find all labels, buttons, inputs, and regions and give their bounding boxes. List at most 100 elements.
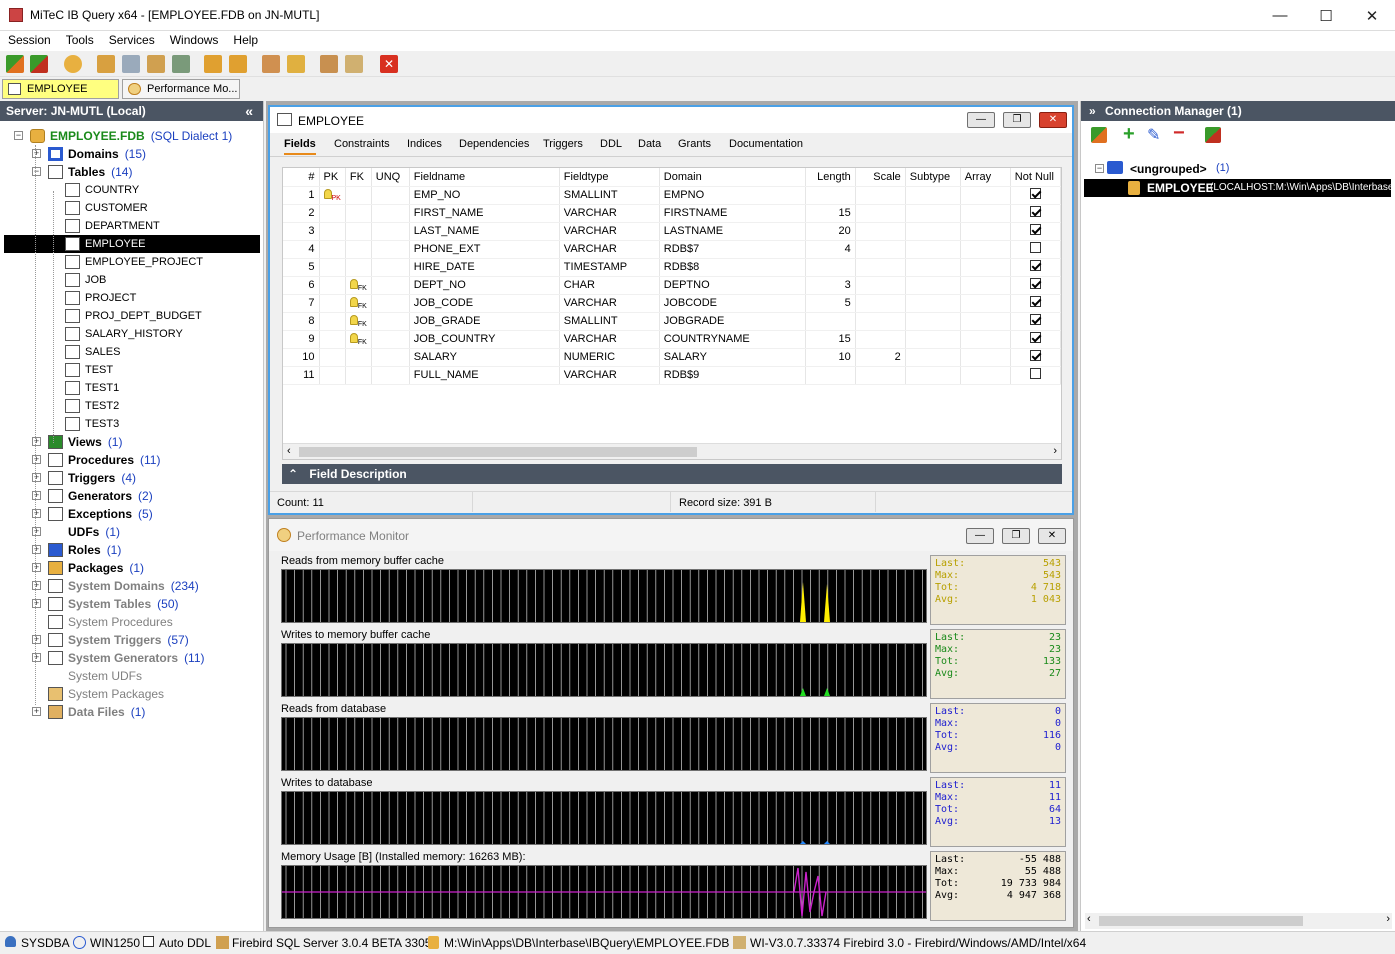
tab-documentation[interactable]: Documentation — [729, 138, 803, 150]
column-header[interactable]: PK — [319, 168, 346, 187]
connection-item-employee[interactable]: EMPLOYEE (LOCALHOST:M:\Win\Apps\DB\Inter… — [1084, 179, 1391, 197]
collapse-icon[interactable]: − — [1095, 164, 1104, 173]
tab-fields[interactable]: Fields — [284, 138, 316, 155]
scrollbar-thumb[interactable] — [299, 447, 697, 457]
table-row[interactable]: 9 FK JOB_COUNTRY VARCHAR COUNTRYNAME 15 — [283, 330, 1061, 349]
status-autoddl[interactable]: Auto DDL — [159, 936, 211, 950]
table-row[interactable]: 2 FIRST_NAME VARCHAR FIRSTNAME 15 — [283, 204, 1061, 223]
expand-icon[interactable]: + — [32, 509, 41, 518]
notnull-checkbox[interactable] — [1029, 260, 1041, 271]
expand-icon[interactable]: + — [32, 581, 41, 590]
expand-icon[interactable]: + — [32, 653, 41, 662]
notnull-checkbox[interactable] — [1029, 242, 1041, 253]
expand-panel-button[interactable]: » — [1089, 104, 1096, 118]
mdi-minimize-button[interactable]: — — [966, 528, 994, 544]
column-header[interactable]: Domain — [659, 168, 806, 187]
notnull-checkbox[interactable] — [1029, 332, 1041, 343]
menu-windows[interactable]: Windows — [162, 31, 226, 47]
sql-editor-icon[interactable] — [97, 55, 115, 73]
backup-icon[interactable] — [204, 55, 222, 73]
collapse-panel-button[interactable]: « — [245, 103, 253, 119]
search-icon[interactable] — [229, 55, 247, 73]
scroll-right-icon[interactable]: › — [1386, 913, 1390, 925]
scroll-right-icon[interactable]: › — [1053, 445, 1057, 457]
scroll-left-icon[interactable]: ‹ — [1087, 913, 1091, 925]
doc-tab-employee[interactable]: EMPLOYEE — [2, 79, 119, 99]
table-row[interactable]: 5 HIRE_DATE TIMESTAMP RDB$8 — [283, 258, 1061, 277]
maximize-button[interactable]: ☐ — [1303, 0, 1349, 31]
mdi-restore-button[interactable]: ❐ — [1002, 528, 1030, 544]
column-header[interactable]: Length — [805, 168, 856, 187]
close-window-icon[interactable]: ✕ — [380, 55, 398, 73]
mdi-restore-button[interactable]: ❐ — [1003, 112, 1031, 128]
menu-session[interactable]: Session — [0, 31, 58, 47]
connect-icon[interactable] — [6, 55, 24, 73]
column-header[interactable]: UNQ — [371, 168, 410, 187]
tab-ddl[interactable]: DDL — [600, 138, 622, 150]
expand-icon[interactable]: + — [32, 563, 41, 572]
info-icon[interactable] — [64, 55, 82, 73]
table-row[interactable]: 11 FULL_NAME VARCHAR RDB$9 — [283, 366, 1061, 385]
notnull-checkbox[interactable] — [1029, 278, 1041, 289]
menu-services[interactable]: Services — [101, 31, 162, 47]
expand-icon[interactable]: + — [32, 473, 41, 482]
scroll-left-icon[interactable]: ‹ — [287, 445, 291, 457]
collapse-icon[interactable]: − — [32, 167, 41, 176]
expand-icon[interactable]: + — [32, 599, 41, 608]
sql-monitor-icon[interactable] — [172, 55, 190, 73]
table-row[interactable]: 3 LAST_NAME VARCHAR LASTNAME 20 — [283, 222, 1061, 241]
sql-history-icon[interactable] — [147, 55, 165, 73]
column-header[interactable]: Fieldname — [409, 168, 560, 187]
mdi-minimize-button[interactable]: — — [967, 112, 995, 128]
expand-icon[interactable]: + — [32, 635, 41, 644]
connection-hscrollbar[interactable]: ‹ › — [1085, 913, 1392, 929]
expand-icon[interactable]: + — [32, 455, 41, 464]
column-header[interactable]: Subtype — [905, 168, 961, 187]
column-header[interactable]: # — [283, 168, 320, 187]
tab-constraints[interactable]: Constraints — [334, 138, 390, 150]
doc-tab-performance[interactable]: Performance Mo... — [122, 79, 240, 99]
column-header[interactable]: Scale — [855, 168, 906, 187]
expand-icon[interactable]: + — [32, 707, 41, 716]
add-connection-icon[interactable]: + — [1123, 123, 1135, 146]
notnull-checkbox[interactable] — [1029, 206, 1041, 217]
menu-tools[interactable]: Tools — [58, 31, 101, 47]
remove-connection-icon[interactable]: − — [1173, 122, 1185, 145]
scrollbar-thumb[interactable] — [1099, 916, 1303, 926]
tab-indices[interactable]: Indices — [407, 138, 442, 150]
column-header[interactable]: Array — [960, 168, 1011, 187]
tab-triggers[interactable]: Triggers — [543, 138, 583, 150]
tab-data[interactable]: Data — [638, 138, 661, 150]
notnull-checkbox[interactable] — [1029, 368, 1041, 379]
connection-group[interactable]: <ungrouped> — [1130, 162, 1207, 176]
column-header[interactable]: Fieldtype — [559, 168, 660, 187]
notnull-checkbox[interactable] — [1029, 350, 1041, 361]
menu-help[interactable]: Help — [225, 31, 265, 47]
expand-icon[interactable]: + — [32, 527, 41, 536]
security-icon[interactable] — [287, 55, 305, 73]
properties-icon[interactable] — [345, 55, 363, 73]
settings-icon[interactable] — [320, 55, 338, 73]
expand-icon[interactable]: + — [32, 149, 41, 158]
table-row[interactable]: 10 SALARY NUMERIC SALARY 10 2 — [283, 348, 1061, 367]
autoddl-checkbox[interactable] — [143, 936, 154, 950]
connect-icon[interactable] — [1091, 127, 1107, 143]
notnull-checkbox[interactable] — [1029, 188, 1041, 199]
table-row[interactable]: 4 PHONE_EXT VARCHAR RDB$7 4 — [283, 240, 1061, 259]
edit-connection-icon[interactable]: ✎ — [1147, 125, 1160, 145]
table-row[interactable]: 8 FK JOB_GRADE SMALLINT JOBGRADE — [283, 312, 1061, 331]
disconnect-icon[interactable] — [30, 55, 48, 73]
notnull-checkbox[interactable] — [1029, 296, 1041, 307]
field-description-bar[interactable]: ⌃ Field Description — [282, 464, 1062, 484]
table-row[interactable]: 7 FK JOB_CODE VARCHAR JOBCODE 5 — [283, 294, 1061, 313]
sql-script-icon[interactable] — [122, 55, 140, 73]
column-header[interactable]: Not Null — [1010, 168, 1061, 187]
close-button[interactable]: ✕ — [1349, 0, 1395, 31]
notnull-checkbox[interactable] — [1029, 314, 1041, 325]
mdi-close-button[interactable]: ✕ — [1039, 112, 1067, 128]
minimize-button[interactable]: — — [1257, 0, 1303, 31]
column-header[interactable]: FK — [345, 168, 372, 187]
tab-dependencies[interactable]: Dependencies — [459, 138, 529, 150]
table-row[interactable]: 6 FK DEPT_NO CHAR DEPTNO 3 — [283, 276, 1061, 295]
mdi-close-button[interactable]: ✕ — [1038, 528, 1066, 544]
